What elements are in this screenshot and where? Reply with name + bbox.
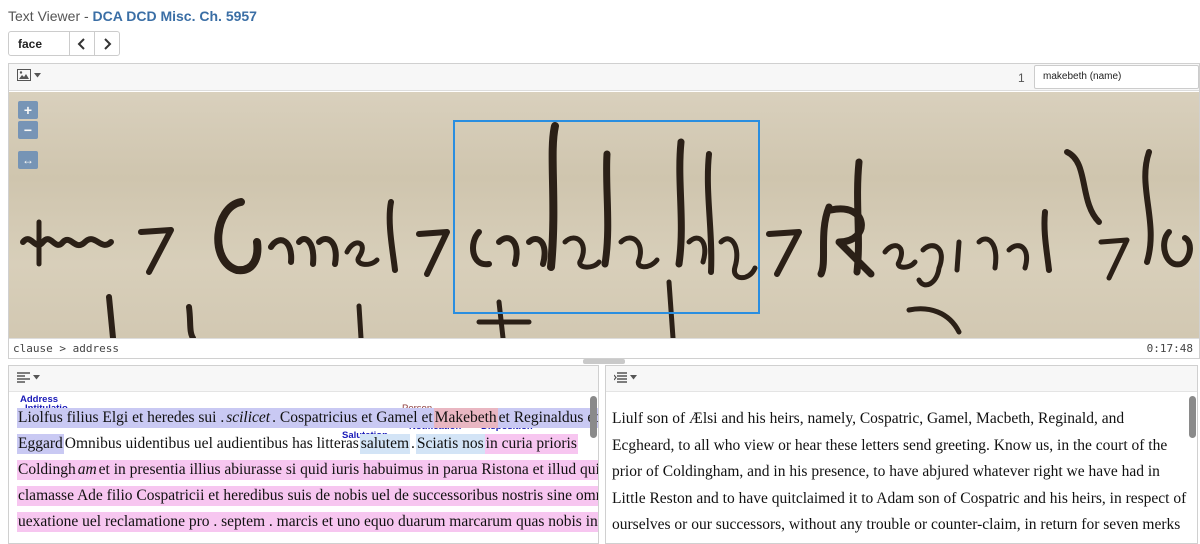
page-number: 1 xyxy=(1018,71,1025,85)
zoom-in-button[interactable]: + xyxy=(18,101,38,119)
disposition-segment[interactable]: uexatione uel reclamatione pro . septem … xyxy=(17,512,598,532)
disposition-segment[interactable]: in curia prioris xyxy=(484,434,578,454)
zoom-out-button[interactable]: − xyxy=(18,121,38,139)
chevron-left-icon xyxy=(77,37,85,50)
element-selector[interactable]: makebeth (name) xyxy=(1034,65,1199,89)
chevron-down-icon xyxy=(630,375,637,380)
location-input[interactable] xyxy=(8,31,70,56)
fit-width-button[interactable]: ↔ xyxy=(18,151,38,169)
next-button[interactable] xyxy=(94,31,120,56)
chevron-right-icon xyxy=(104,37,112,50)
translation-status-strip xyxy=(606,537,1197,543)
location-nav xyxy=(8,31,120,56)
zoom-out-icon: − xyxy=(23,122,33,138)
chevron-down-icon xyxy=(34,72,41,77)
align-left-icon xyxy=(17,372,30,383)
address-segment[interactable]: . Cospatricius et Gamel et xyxy=(271,408,434,428)
address-segment[interactable]: Liolfus filius Elgi et heredes sui . xyxy=(17,408,226,428)
timestamp: 0:17:48 xyxy=(1146,342,1193,355)
address-segment[interactable]: scilicet xyxy=(225,408,272,428)
translation-text[interactable]: Liulf son of Ælsi and his heirs, namely,… xyxy=(612,406,1188,543)
text-line: Liolfus filius Elgi et heredes sui . sci… xyxy=(17,408,598,430)
image-toolbar: 1 makebeth (name) xyxy=(9,64,1199,91)
disposition-segment[interactable]: Coldingh xyxy=(17,460,77,480)
element-breadcrumb: clause > address xyxy=(13,342,119,355)
transcription-scrollbar[interactable] xyxy=(590,396,597,438)
transcription-panel: Address Intitulatio Person Salutation No… xyxy=(8,365,599,544)
intitulatio-segment[interactable]: Omnibus uidentibus uel audientibus has l… xyxy=(64,434,360,454)
address-segment[interactable]: et Reginaldus et xyxy=(497,408,598,428)
viewer-title: Text Viewer - DCA DCD Misc. Ch. 5957 xyxy=(8,8,257,24)
disposition-segment[interactable]: et in presentia illius abiurasse si quid… xyxy=(97,460,598,480)
translation-menu-button[interactable] xyxy=(614,372,637,383)
text-line: Eggard Omnibus uidentibus uel audientibu… xyxy=(17,434,578,456)
translation-scrollbar[interactable] xyxy=(1189,396,1196,438)
disposition-segment[interactable]: am xyxy=(76,460,98,480)
text-line: uexatione uel reclamatione pro . septem … xyxy=(17,512,598,534)
view-menu-button[interactable] xyxy=(17,69,41,81)
text-line: clamasse Ade filio Cospatricii et heredi… xyxy=(17,486,598,508)
document-title[interactable]: DCA DCD Misc. Ch. 5957 xyxy=(93,8,257,24)
image-viewer-panel: 1 makebeth (name) + − ↔ clause > address… xyxy=(8,63,1200,359)
transcription-toolbar xyxy=(9,366,598,392)
fit-width-icon: ↔ xyxy=(22,153,34,167)
indent-icon xyxy=(614,372,627,383)
image-icon xyxy=(17,69,31,81)
previous-button[interactable] xyxy=(69,31,95,56)
notification-segment[interactable]: Sciatis nos xyxy=(415,434,485,454)
viewer-title-prefix: Text Viewer - xyxy=(8,8,93,24)
selection-highlight-box[interactable] xyxy=(453,120,760,314)
zoom-in-icon: + xyxy=(23,102,33,118)
transcription-status-strip xyxy=(9,537,598,543)
panel-splitter-handle[interactable] xyxy=(583,359,625,364)
address-segment[interactable]: Eggard xyxy=(17,434,64,454)
chevron-down-icon xyxy=(33,375,40,380)
person-makebeth[interactable]: Makebeth xyxy=(433,408,498,428)
transcription-menu-button[interactable] xyxy=(17,372,40,383)
text-line: Coldingh am et in presentia illius abiura… xyxy=(17,460,598,482)
translation-toolbar xyxy=(606,366,1197,392)
translation-panel: Liulf son of Ælsi and his heirs, namely,… xyxy=(605,365,1198,544)
image-status-bar: clause > address 0:17:48 xyxy=(9,338,1199,358)
disposition-segment[interactable]: clamasse Ade filio Cospatricii et heredi… xyxy=(17,486,598,506)
manuscript-image[interactable]: + − ↔ xyxy=(9,92,1199,338)
salutation-segment[interactable]: salutem xyxy=(359,434,411,454)
